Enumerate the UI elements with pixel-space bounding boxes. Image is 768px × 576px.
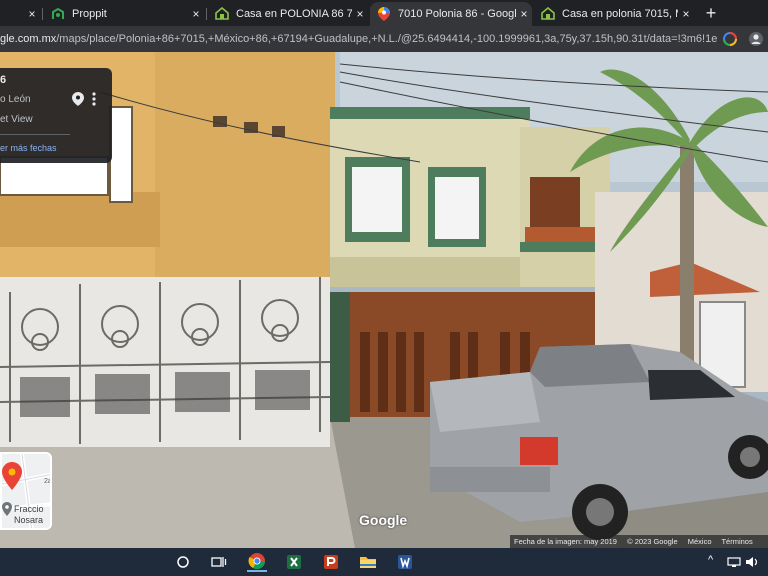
url-host: gle.com.mx (0, 33, 57, 45)
close-icon[interactable]: × (24, 7, 40, 21)
place-title: 6 (0, 74, 7, 86)
windows-taskbar: ^ (0, 548, 768, 576)
google-lens-icon[interactable] (722, 31, 738, 47)
excel-icon[interactable] (284, 552, 304, 572)
street-view-info-card: 6 o León et View er más fechas (0, 68, 112, 163)
terms-link[interactable]: Términos (721, 537, 752, 546)
image-date: Fecha de la imagen: may 2019 (514, 537, 617, 546)
close-icon[interactable]: × (188, 7, 204, 21)
search-circle-icon[interactable] (173, 552, 193, 572)
copyright: © 2023 Google (627, 537, 678, 546)
place-subtitle: o León (0, 94, 31, 105)
tab-proppit[interactable]: Proppit × (44, 2, 204, 26)
proppit-logo-icon (50, 7, 66, 21)
tab-label: Casa en polonia 7015, Méxic (562, 8, 678, 20)
street-view-image (0, 52, 768, 548)
chrome-icon[interactable] (247, 552, 267, 572)
house-logo-icon (540, 7, 556, 21)
tab-casa-polonia-2[interactable]: Casa en polonia 7015, Méxic × (534, 2, 694, 26)
browser-toolbar: gle.com.mx/maps/place/Polonia+86+7015,+M… (0, 26, 768, 52)
map-label: 2a (44, 478, 52, 485)
tab-label: Proppit (72, 8, 107, 20)
tab-separator (206, 8, 207, 20)
more-options-icon[interactable] (90, 92, 98, 106)
address-bar[interactable]: gle.com.mx/maps/place/Polonia+86+7015,+M… (0, 29, 718, 49)
house-logo-icon (214, 7, 230, 21)
profile-avatar-icon[interactable] (748, 31, 764, 47)
country-label[interactable]: México (688, 537, 712, 546)
powerpoint-icon[interactable] (321, 552, 341, 572)
place-pin-icon (2, 502, 12, 521)
tab-0[interactable]: × (0, 2, 40, 26)
maps-pin-icon (376, 7, 392, 21)
file-explorer-icon[interactable] (358, 552, 378, 572)
close-icon[interactable]: × (352, 7, 368, 21)
close-icon[interactable]: × (678, 7, 694, 21)
tray-chevron-icon[interactable]: ^ (708, 554, 713, 566)
see-more-dates-link[interactable]: er más fechas (0, 143, 57, 153)
volume-icon[interactable] (742, 552, 762, 572)
word-icon[interactable] (395, 552, 415, 572)
map-place-label: Nosara (14, 515, 44, 525)
attribution-bar: Fecha de la imagen: may 2019 © 2023 Goog… (510, 535, 768, 548)
tab-strip: × Proppit × Casa en POLONIA 86 7015, M ×… (0, 0, 768, 26)
task-view-icon[interactable] (209, 552, 229, 572)
card-divider (0, 134, 70, 135)
google-logo: Google (359, 512, 408, 528)
url-path: /maps/place/Polonia+86+7015,+México+86,+… (56, 33, 718, 45)
street-view-panorama[interactable]: 6 o León et View er más fechas 2a Fracci… (0, 52, 768, 548)
network-icon[interactable] (724, 552, 744, 572)
close-icon[interactable]: × (516, 7, 532, 21)
location-pin-icon (2, 462, 22, 497)
mini-map[interactable]: 2a Fraccio Nosara (0, 452, 52, 530)
street-view-label: et View (0, 114, 33, 125)
map-pin-icon[interactable] (72, 92, 84, 106)
tab-label: Casa en POLONIA 86 7015, M (236, 8, 352, 20)
map-place-label: Fraccio (14, 504, 44, 514)
tab-casa-polonia-1[interactable]: Casa en POLONIA 86 7015, M × (208, 2, 368, 26)
tab-google-maps[interactable]: 7010 Polonia 86 - Google M × (370, 2, 532, 26)
tab-label: 7010 Polonia 86 - Google M (398, 8, 516, 20)
tab-separator (42, 8, 43, 20)
new-tab-button[interactable]: + (700, 2, 722, 24)
